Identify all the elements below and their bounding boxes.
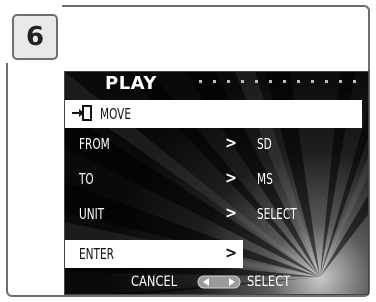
title-dots-divider xyxy=(199,80,356,83)
menu-item-value: SD xyxy=(257,135,272,153)
menu-item-label: TO xyxy=(79,170,94,188)
cancel-hint: CANCEL xyxy=(131,274,178,290)
chevron-right-icon: > xyxy=(225,168,238,187)
chevron-right-icon: > xyxy=(225,243,238,262)
select-hint: SELECT xyxy=(247,274,291,290)
bottom-hint-bar: CANCEL SELECT xyxy=(65,270,368,294)
step-number-badge: 6 xyxy=(12,14,58,60)
menu-item-value: SELECT xyxy=(257,205,297,223)
menu-item-label: UNIT xyxy=(79,205,105,223)
camera-lcd-screen: PLAY MOVE FROM > SD TO > MS UNIT > SELEC… xyxy=(64,71,369,295)
step-number: 6 xyxy=(25,22,45,52)
move-icon xyxy=(72,105,92,121)
menu-item-value: MS xyxy=(257,170,273,188)
menu-title: PLAY xyxy=(105,73,157,94)
menu-item-unit[interactable]: UNIT > SELECT xyxy=(65,200,362,228)
left-right-arrows-icon xyxy=(197,275,241,289)
chevron-right-icon: > xyxy=(225,203,238,222)
menu-item-move[interactable]: MOVE xyxy=(65,100,362,128)
menu-item-enter[interactable]: ENTER > xyxy=(65,240,243,268)
menu-item-label: FROM xyxy=(79,135,110,153)
menu-item-from[interactable]: FROM > SD xyxy=(65,130,362,158)
manual-page: 6 PLAY MOVE FROM > SD TO > MS UNIT > SEL… xyxy=(0,0,376,302)
menu-item-label: ENTER xyxy=(79,245,114,263)
menu-item-to[interactable]: TO > MS xyxy=(65,165,362,193)
chevron-right-icon: > xyxy=(225,133,238,152)
menu-item-label: MOVE xyxy=(100,105,132,123)
